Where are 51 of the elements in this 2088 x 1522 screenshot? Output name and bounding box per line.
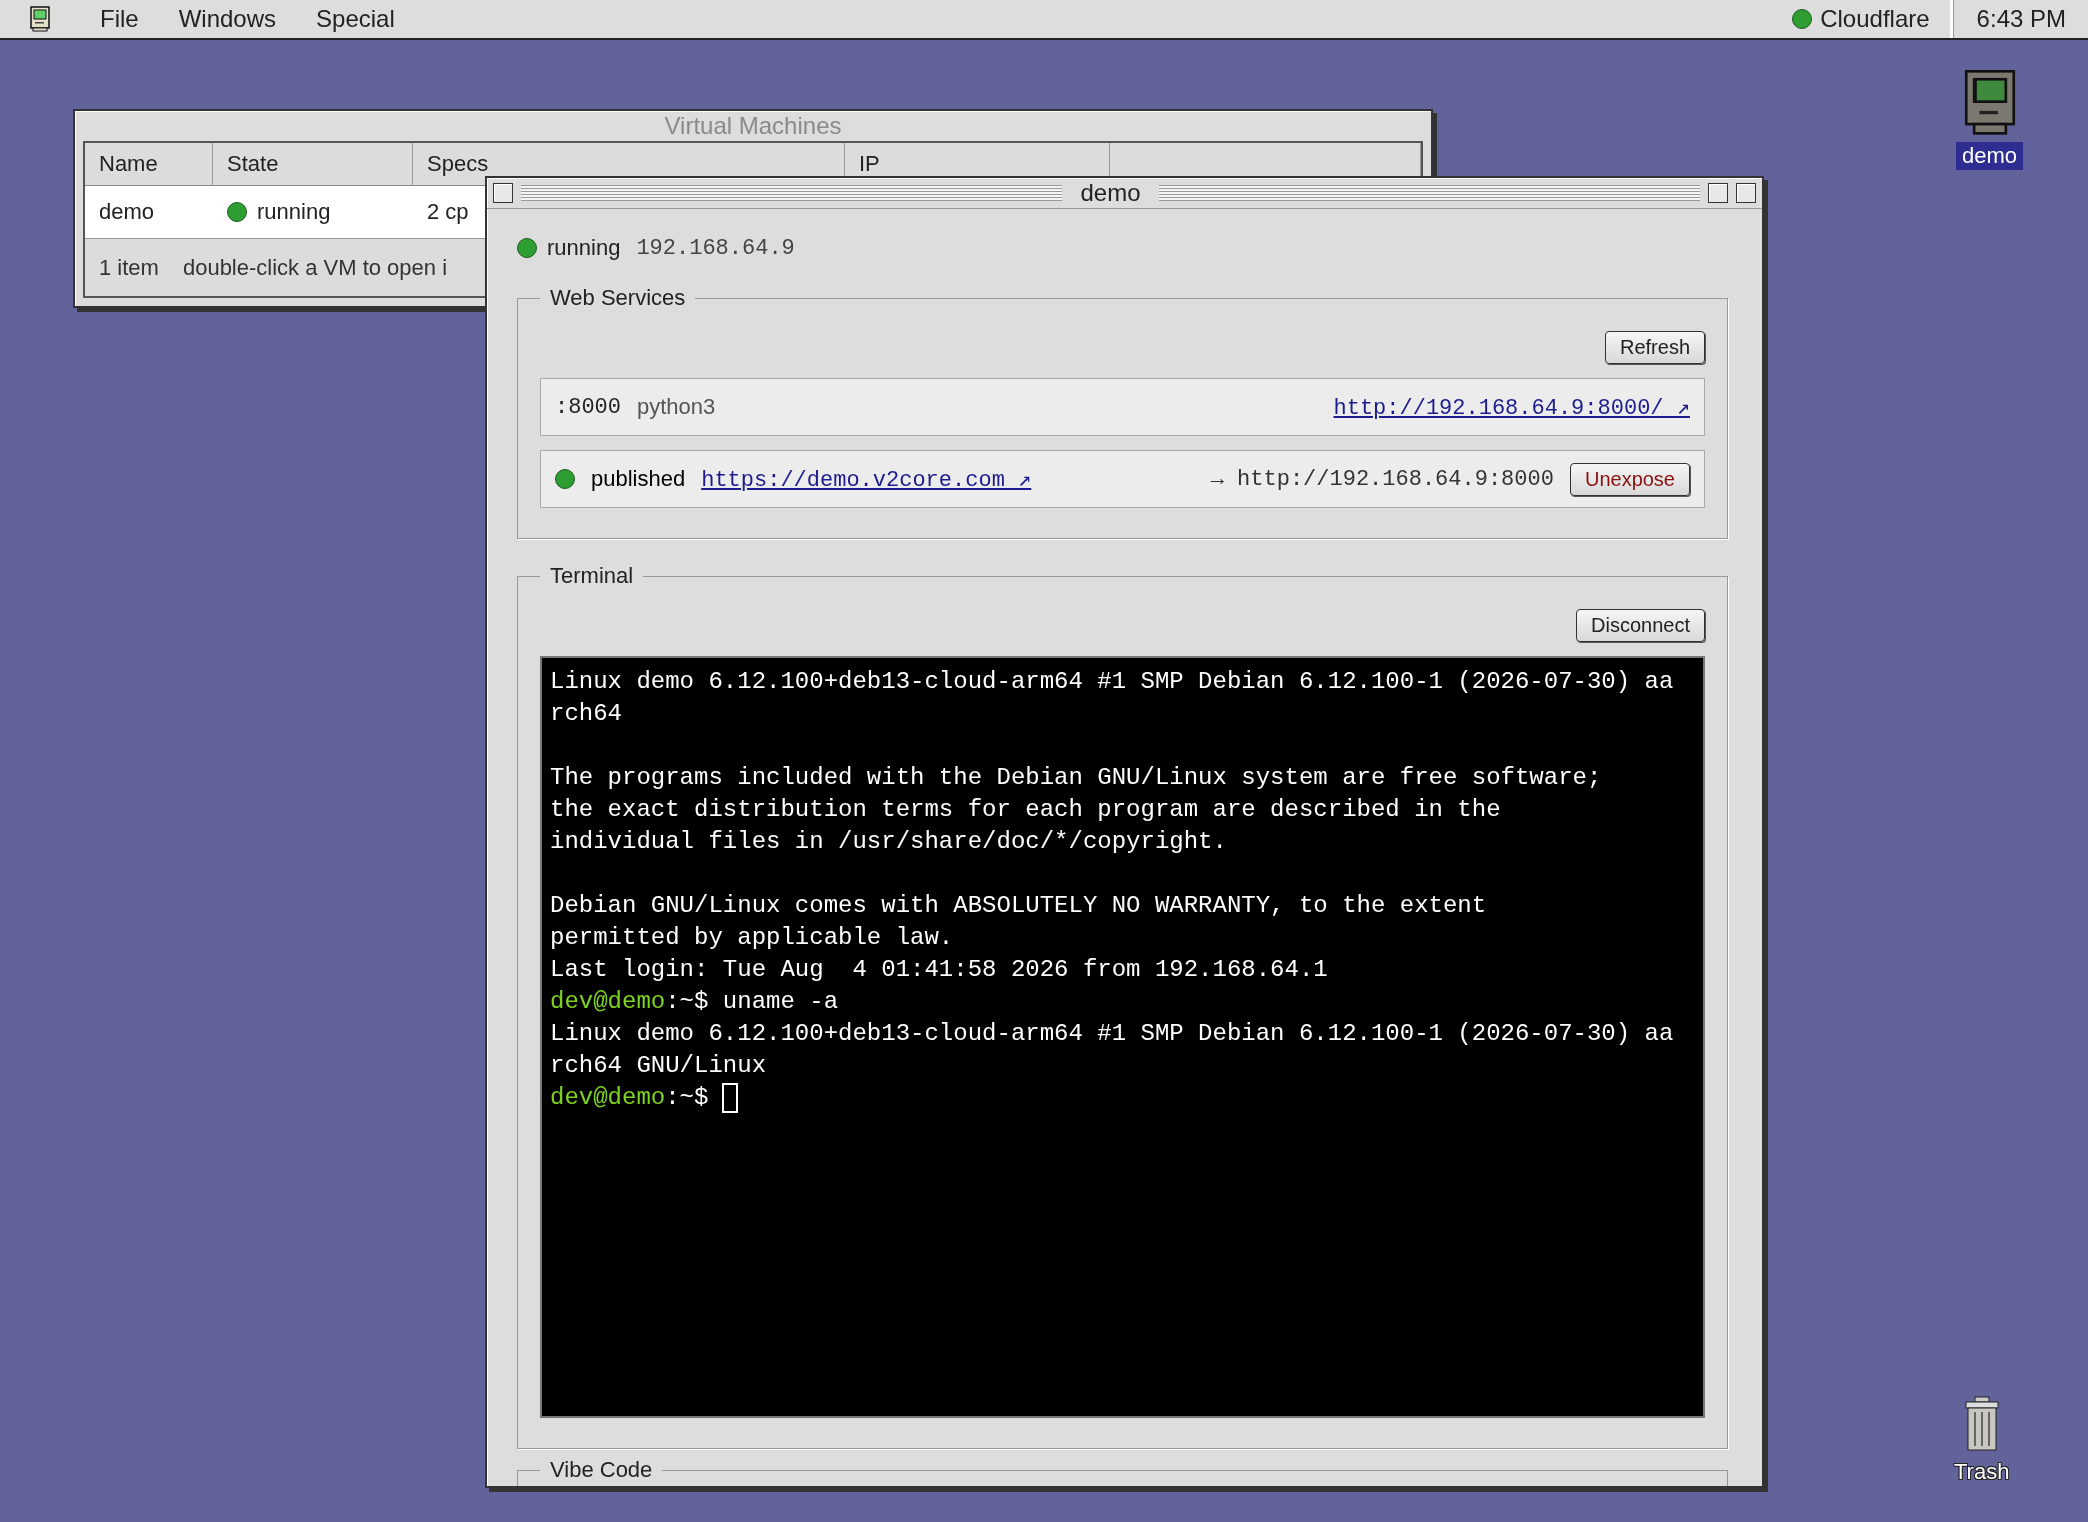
terminal-screen[interactable] [540, 656, 1705, 1418]
unexpose-button[interactable]: Unexpose [1569, 462, 1690, 496]
terminal-prompt: dev@demo:~$ [550, 1083, 709, 1113]
target-address: → http://192.168.64.9:8000 [1210, 466, 1554, 492]
terminal-line: Linux demo 6.12.100+deb13-cloud-arm64 #1 SMP Debian 6.12.100-1 (2026-07-30) aa [550, 1019, 1674, 1049]
icon-label[interactable]: Trash [1948, 1458, 2016, 1486]
refresh-button[interactable]: Refresh [1604, 331, 1705, 364]
column-header[interactable]: Specs [427, 151, 489, 177]
terminal-line: the exact distribution terms for each program are described in the [550, 795, 1501, 825]
terminal-line: rch64 GNU/Linux [550, 1051, 767, 1081]
terminal-line: permitted by applicable law. [550, 923, 954, 953]
collapse-box[interactable] [1736, 183, 1756, 203]
menu-item[interactable]: File [80, 5, 159, 33]
disconnect-button[interactable]: Disconnect [1576, 609, 1705, 642]
menu-item[interactable]: Special [296, 5, 415, 33]
terminal-line: individual files in /usr/share/doc/*/copyright. [550, 827, 1227, 857]
computer-icon[interactable] [1962, 70, 2017, 136]
close-box[interactable] [493, 183, 513, 203]
column-header[interactable]: Name [99, 151, 158, 177]
menu-item[interactable]: Windows [158, 5, 297, 33]
hint-text: double-click a VM to open i [182, 254, 448, 281]
section-title: Vibe Code [549, 1457, 654, 1483]
section-title: Web Services [549, 285, 687, 311]
column-header[interactable]: IP [859, 151, 880, 177]
trash-icon[interactable] [1963, 1396, 2000, 1452]
status-label[interactable]: Cloudflare [1820, 5, 1930, 33]
vm-state: running [547, 235, 621, 261]
port-number: :8000 [555, 394, 621, 420]
menu-clock[interactable]: 6:43 PM [1952, 0, 2088, 38]
terminal-line: rch64 [550, 699, 622, 729]
column-header[interactable]: State [227, 151, 279, 177]
terminal-line: Debian GNU/Linux comes with ABSOLUTELY NO WARRANTY, to the extent [550, 891, 1487, 921]
publish-status: published [591, 466, 686, 492]
window-title: demo [1079, 179, 1142, 207]
section-title: Terminal [549, 563, 635, 589]
ip-address: 192.168.64.9 [636, 235, 795, 261]
terminal-line: Last login: Tue Aug 4 01:41:58 2026 from 192.168.64.1 [550, 955, 1328, 985]
terminal-line: The programs included with the Debian GNU/Linux system are free software; [550, 763, 1602, 793]
public-link[interactable]: https://demo.v2core.com ↗ [701, 465, 1032, 493]
computer-icon[interactable] [30, 6, 50, 32]
table-cell: demo [99, 199, 155, 225]
zoom-box[interactable] [1708, 183, 1728, 203]
table-cell: 2 cp [427, 199, 469, 225]
table-cell: running [257, 199, 331, 225]
item-count: 1 item [99, 254, 159, 281]
terminal-prompt: dev@demo:~$ uname -a [550, 987, 839, 1017]
service-link[interactable]: http://192.168.64.9:8000/ ↗ [1333, 393, 1690, 421]
terminal-line: Linux demo 6.12.100+deb13-cloud-arm64 #1 SMP Debian 6.12.100-1 (2026-07-30) aa [550, 667, 1674, 697]
icon-label[interactable]: demo [1956, 142, 2024, 170]
process-name: python3 [637, 394, 716, 420]
window-title: Virtual Machines [663, 112, 843, 140]
